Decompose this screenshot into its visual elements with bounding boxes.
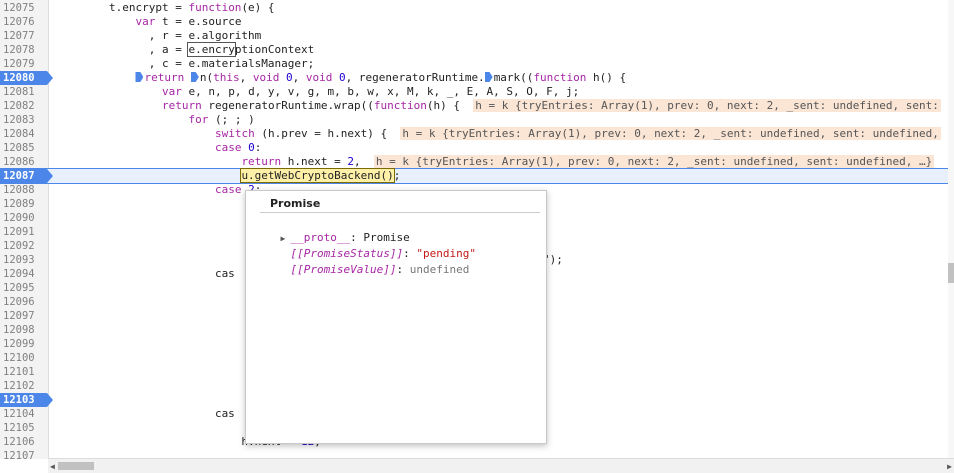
inline-breakpoint-icon[interactable] [484,72,493,82]
code-line[interactable]: 12085 case 0: [0,141,948,155]
line-number[interactable]: 12081 [0,85,47,99]
line-number[interactable]: 12096 [0,295,47,309]
code-line[interactable]: 12087 u.getWebCryptoBackend(); [0,168,948,184]
code-text: case 0: [214,141,262,154]
line-number[interactable]: 12075 [0,1,47,15]
line-number[interactable]: 12085 [0,141,47,155]
popover-divider [260,212,540,213]
line-number[interactable]: 12086 [0,155,47,169]
line-number[interactable]: 12099 [0,337,47,351]
code-line[interactable]: 12078 , a = e.encryptionContext [0,42,948,57]
code-text: return regeneratorRuntime.wrap((function… [161,99,941,112]
code-line[interactable]: 12079 , c = e.materialsManager; [0,57,948,71]
code-text: cas [56,407,235,420]
line-number[interactable]: 12084 [0,127,47,141]
popover-title: Promise [270,197,321,210]
line-number[interactable]: 12090 [0,211,47,225]
line-number[interactable]: 12095 [0,281,47,295]
horizontal-scroll-thumb[interactable] [58,462,94,470]
line-number[interactable]: 12097 [0,309,47,323]
line-number[interactable]: 12083 [0,113,47,127]
line-number[interactable]: 12106 [0,435,47,449]
inline-variable-value: h = k {tryEntries: Array(1), prev: 0, ne… [473,99,941,112]
scroll-right-arrow-icon[interactable]: ▶ [947,462,952,471]
code-text: var t = e.source [135,15,242,28]
vertical-scroll-thumb[interactable] [948,263,954,283]
code-text: var e, n, p, d, y, v, g, m, b, w, x, M, … [161,85,580,98]
line-number[interactable]: 12077 [0,29,47,43]
line-number[interactable]: 12079 [0,57,47,71]
code-text: cas [56,267,235,280]
object-preview-popover: Promise ▶ __proto__: Promise [[PromiseSta… [245,190,547,444]
promise-value-row: [[PromiseValue]]: undefined [290,263,470,276]
breakpoint-line-number[interactable]: 12087 [0,169,53,183]
code-text: switch (h.prev = h.next) { h = k {tryEnt… [214,127,941,140]
line-number[interactable]: 12082 [0,99,47,113]
code-line[interactable]: 12083 for (; ; ) [0,113,948,127]
inline-variable-value: h = k {tryEntries: Array(1), prev: 0, ne… [400,127,941,140]
code-text: , r = e.algorithm [56,29,262,42]
code-text: u.getWebCryptoBackend(); [240,168,401,183]
code-text: t.encrypt = function(e) { [56,1,275,14]
code-text: return n(this, void 0, void 0, regenerat… [56,71,626,85]
line-number[interactable]: 12101 [0,365,47,379]
code-line[interactable]: 12080 return n(this, void 0, void 0, reg… [0,71,948,85]
line-number[interactable]: 12105 [0,421,47,435]
vertical-scrollbar[interactable] [948,0,954,459]
scroll-left-arrow-icon[interactable]: ◀ [50,462,55,471]
code-line[interactable]: 12076 var t = e.source [0,15,948,29]
line-number[interactable]: 12091 [0,225,47,239]
line-number[interactable]: 12098 [0,323,47,337]
line-number[interactable]: 12107 [0,449,47,459]
code-text: , c = e.materialsManager; [56,57,315,70]
line-number[interactable]: 12092 [0,239,47,253]
line-number[interactable]: 12078 [0,43,47,57]
breakpoint-line-number[interactable]: 12080 [0,71,53,85]
promise-status-row: [[PromiseStatus]]: "pending" [290,247,476,260]
code-line[interactable]: 12082 return regeneratorRuntime.wrap((fu… [0,99,948,113]
promise-value-key: [[PromiseValue]] [290,263,397,276]
line-number[interactable]: 12094 [0,267,47,281]
code-text: return h.next = 2, h = k {tryEntries: Ar… [241,155,935,168]
line-number[interactable]: 12100 [0,351,47,365]
breakpoint-line-number[interactable]: 12103 [0,393,53,407]
code-line[interactable]: 12081 var e, n, p, d, y, v, g, m, b, w, … [0,85,948,99]
proto-row[interactable]: ▶ __proto__: Promise [254,217,410,244]
inline-variable-value: h = k {tryEntries: Array(1), prev: 0, ne… [373,155,935,168]
line-number[interactable]: 12093 [0,253,47,267]
code-text: for (; ; ) [188,113,255,126]
code-line[interactable]: 12077 , r = e.algorithm [0,29,948,43]
inline-breakpoint-icon[interactable] [135,72,144,82]
line-number[interactable]: 12088 [0,183,47,197]
code-text: , a = e.encryptionContext [56,42,315,57]
code-line[interactable]: 12084 switch (h.prev = h.next) { h = k {… [0,127,948,141]
code-line[interactable]: 12075 t.encrypt = function(e) { [0,1,948,15]
line-number[interactable]: 12104 [0,407,47,421]
code-text: case 2: [214,183,261,196]
line-number[interactable]: 12076 [0,15,47,29]
line-number[interactable]: 12089 [0,197,47,211]
horizontal-scrollbar[interactable]: ◀ ▶ [48,458,954,473]
promise-value-value: undefined [409,263,470,276]
inline-breakpoint-icon[interactable] [190,72,199,82]
code-line[interactable]: 12086 return h.next = 2, h = k {tryEntri… [0,155,948,169]
line-number[interactable]: 12102 [0,379,47,393]
